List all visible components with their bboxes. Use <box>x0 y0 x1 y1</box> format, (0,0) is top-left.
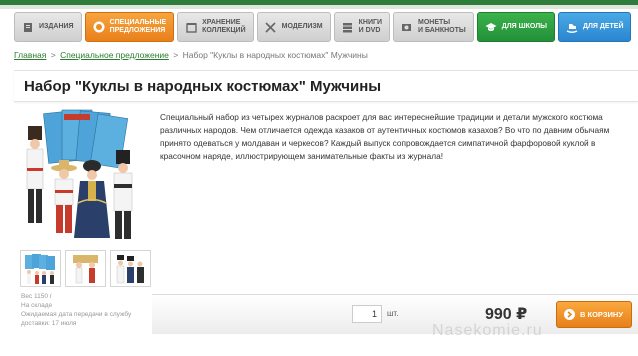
nav-item-books-dvd[interactable]: КНИГИ И DVD <box>333 12 390 42</box>
nav-item-label: ДЛЯ ДЕТЕЙ <box>582 23 624 30</box>
thumbnail[interactable] <box>20 250 61 287</box>
availability-status: На складе <box>21 302 53 309</box>
breadcrumb-section-link[interactable]: Специальное предложение <box>60 50 169 60</box>
thumbnail[interactable] <box>110 250 151 287</box>
storage-icon <box>185 21 197 33</box>
breadcrumb-home-link[interactable]: Главная <box>14 50 46 60</box>
buy-bar: 1 шт. 990 ₽ В КОРЗИНУ <box>152 294 638 334</box>
nav-item-for-school[interactable]: ДЛЯ ШКОЛЫ <box>476 12 555 42</box>
nav-item-collection-storage[interactable]: ХРАНЕНИЕ КОЛЛЕКЦИЙ <box>177 12 254 42</box>
category-nav: ИЗДАНИЯ СПЕЦИАЛЬНЫЕ ПРЕДЛОЖЕНИЯ ХРАНЕНИЕ… <box>14 12 632 42</box>
nav-item-editions[interactable]: ИЗДАНИЯ <box>14 12 82 42</box>
nav-item-label: МОДЕЛИЗМ <box>281 23 323 30</box>
nav-item-modelling[interactable]: МОДЕЛИЗМ <box>256 12 331 42</box>
product-weight: Вес 1150 г <box>21 293 53 300</box>
delivery-date: Ожидаемая дата передачи в службу доставк… <box>21 311 132 327</box>
breadcrumb-separator: > <box>173 50 179 60</box>
nav-item-label: МОНЕТЫ И БАНКНОТЫ <box>417 19 466 34</box>
nav-item-label: ХРАНЕНИЕ КОЛЛЕКЦИЙ <box>202 19 246 34</box>
add-to-cart-label: В КОРЗИНУ <box>580 310 623 319</box>
nav-item-label: СПЕЦИАЛЬНЫЕ ПРЕДЛОЖЕНИЯ <box>109 19 167 34</box>
breadcrumb-separator: > <box>50 50 56 60</box>
thumbnail-gallery <box>20 250 151 287</box>
page: ИЗДАНИЯ СПЕЦИАЛЬНЫЕ ПРЕДЛОЖЕНИЯ ХРАНЕНИЕ… <box>0 0 638 356</box>
breadcrumb: Главная > Специальное предложение > Набо… <box>14 50 368 60</box>
magazine-icon <box>22 21 34 33</box>
nav-item-for-kids[interactable]: ДЛЯ ДЕТЕЙ <box>557 12 632 42</box>
top-strip-shadow <box>0 5 638 9</box>
nav-item-label: ИЗДАНИЯ <box>39 23 74 30</box>
product-image[interactable] <box>20 108 150 243</box>
graduation-cap-icon <box>485 21 497 33</box>
watermark: Nasekomie.ru <box>432 322 543 339</box>
special-offer-icon <box>93 21 105 33</box>
nav-item-special-offers[interactable]: СПЕЦИАЛЬНЫЕ ПРЕДЛОЖЕНИЯ <box>84 12 175 42</box>
nav-item-coins-banknotes[interactable]: МОНЕТЫ И БАНКНОТЫ <box>392 12 474 42</box>
thumbnail[interactable] <box>65 250 106 287</box>
nav-item-label: КНИГИ И DVD <box>358 19 382 34</box>
nav-item-label: ДЛЯ ШКОЛЫ <box>501 23 547 30</box>
arrow-right-icon <box>564 309 575 320</box>
quantity-input[interactable]: 1 <box>352 305 382 323</box>
quantity-unit: шт. <box>387 309 399 318</box>
coins-icon <box>401 21 413 33</box>
book-icon <box>342 21 354 33</box>
breadcrumb-current: Набор "Куклы в народных костюмах" Мужчин… <box>182 50 368 60</box>
product-price: 990 ₽ <box>485 306 528 323</box>
product-description: Специальный набор из четырех журналов ра… <box>160 112 610 161</box>
add-to-cart-button[interactable]: В КОРЗИНУ <box>556 301 632 328</box>
product-meta: Вес 1150 г На складе Ожидаемая дата пере… <box>21 292 151 328</box>
title-bar: Набор "Куклы в народных костюмах" Мужчин… <box>14 70 638 102</box>
tools-icon <box>265 21 277 33</box>
rocking-horse-icon <box>566 21 578 33</box>
page-title: Набор "Куклы в народных костюмах" Мужчин… <box>24 78 382 95</box>
